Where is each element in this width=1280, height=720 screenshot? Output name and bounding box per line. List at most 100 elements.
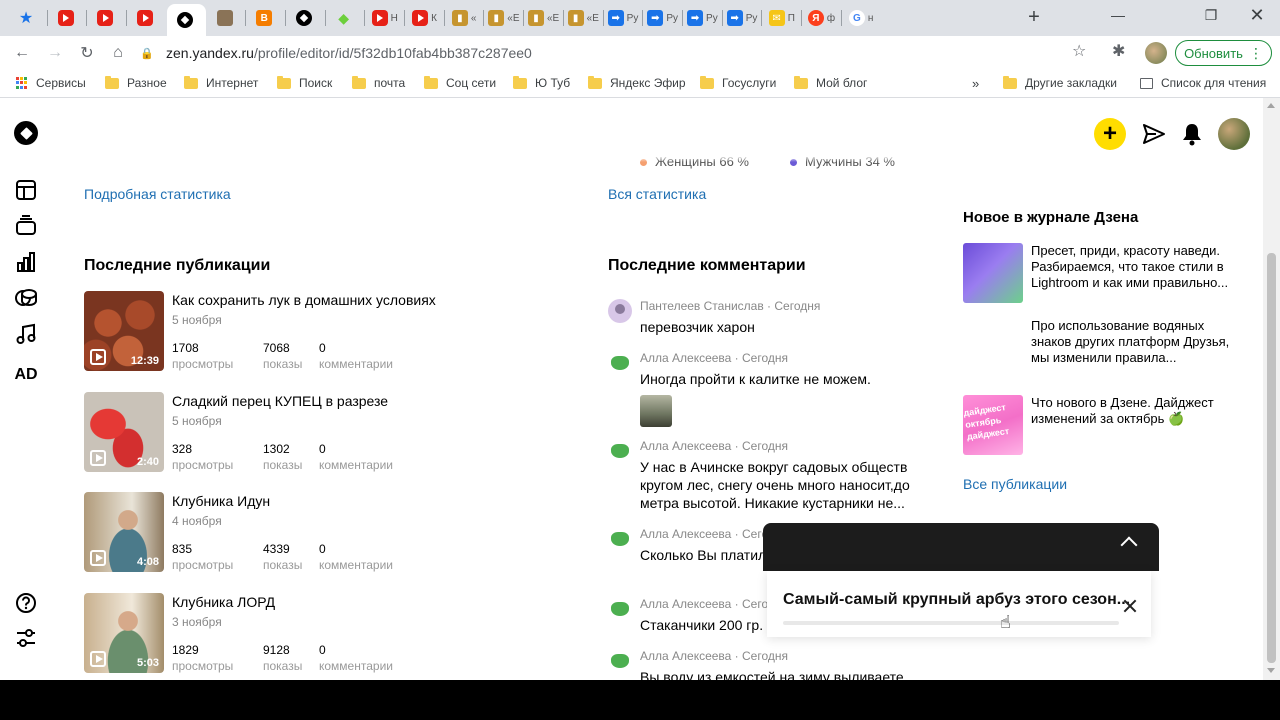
- address-bar[interactable]: 🔒 zen.yandex.ru/profile/editor/id/5f32db…: [140, 40, 1100, 66]
- forward-button[interactable]: →: [42, 40, 68, 66]
- browser-tab[interactable]: ◆: [326, 4, 365, 32]
- comment-text[interactable]: перевозчик харон: [640, 318, 925, 336]
- publication-title[interactable]: Сладкий перец КУПЕЦ в разрезе: [172, 393, 388, 409]
- help-icon[interactable]: [14, 591, 38, 615]
- video-thumbnail[interactable]: 2:40: [84, 391, 164, 472]
- dashboard-icon[interactable]: [14, 178, 38, 202]
- publication-item[interactable]: 4:08 Клубника Идун 4 ноября 835 просмотры 433…: [84, 492, 504, 574]
- new-tab-button[interactable]: +: [1022, 6, 1046, 30]
- commenter-avatar[interactable]: [608, 439, 632, 463]
- journal-item[interactable]: Пресет, приди, красоту наведи. Разбираем…: [963, 243, 1233, 305]
- bookmark-folder[interactable]: Мой блог: [794, 75, 867, 90]
- journal-item[interactable]: дайджест октябрь дайджест Что нового в Дз…: [963, 395, 1233, 457]
- audio-player-bar[interactable]: [763, 523, 1159, 571]
- publications-stack-icon[interactable]: [14, 213, 38, 237]
- comment-attachment-image[interactable]: [640, 395, 672, 427]
- close-icon[interactable]: [1123, 599, 1137, 613]
- update-browser-button[interactable]: Обновить ⋮: [1175, 40, 1272, 66]
- publication-title[interactable]: Как сохранить лук в домашних условиях: [172, 292, 436, 308]
- track-progress-bar[interactable]: [783, 621, 1119, 625]
- bell-icon[interactable]: [1181, 122, 1203, 146]
- home-button[interactable]: ⌂: [105, 40, 131, 66]
- video-thumbnail[interactable]: 5:03: [84, 592, 164, 673]
- bookmark-folder[interactable]: Разное: [105, 75, 167, 90]
- browser-tab[interactable]: [48, 4, 87, 32]
- send-icon[interactable]: [1142, 122, 1166, 146]
- browser-tab[interactable]: ▮ «: [445, 4, 484, 32]
- browser-tab[interactable]: [207, 4, 246, 32]
- publication-item[interactable]: 12:39 Как сохранить лук в домашних услови…: [84, 291, 504, 373]
- browser-tab[interactable]: ➡ Ру: [643, 4, 682, 32]
- restore-button[interactable]: ❐: [1188, 0, 1234, 30]
- user-avatar[interactable]: [1218, 118, 1250, 150]
- browser-tab[interactable]: B: [246, 4, 285, 32]
- video-thumbnail[interactable]: 12:39: [84, 291, 164, 371]
- journal-title-text[interactable]: Что нового в Дзене. Дайджест изменений з…: [1031, 395, 1231, 427]
- chevron-up-icon[interactable]: [1120, 536, 1138, 554]
- bookmark-folder[interactable]: Поиск: [277, 75, 332, 90]
- browser-tab[interactable]: [166, 4, 206, 36]
- publication-title[interactable]: Клубника Идун: [172, 493, 270, 509]
- publication-title[interactable]: Клубника ЛОРД: [172, 594, 275, 610]
- video-thumbnail[interactable]: 4:08: [84, 492, 164, 572]
- reading-list[interactable]: Список для чтения: [1140, 76, 1266, 90]
- scroll-up-arrow[interactable]: [1267, 103, 1275, 108]
- browser-tab[interactable]: ✉ П: [762, 4, 801, 32]
- browser-tab[interactable]: Яф: [802, 4, 841, 32]
- back-button[interactable]: ←: [9, 40, 35, 66]
- detailed-stats-link[interactable]: Подробная статистика: [84, 186, 231, 202]
- browser-tab[interactable]: ▮ «Е: [564, 4, 603, 32]
- browser-tab[interactable]: [87, 4, 126, 32]
- bookmarks-overflow-button[interactable]: »: [972, 76, 979, 91]
- bookmark-apps[interactable]: Сервисы: [16, 76, 86, 90]
- browser-tab[interactable]: ★: [8, 4, 47, 32]
- journal-title-text[interactable]: Пресет, приди, красоту наведи. Разбираем…: [1031, 243, 1231, 291]
- all-publications-link[interactable]: Все публикации: [963, 476, 1067, 492]
- journal-title-text[interactable]: Про использование водяных знаков других …: [1031, 318, 1231, 366]
- commenter-avatar[interactable]: [608, 351, 632, 375]
- browser-tab[interactable]: ➡ Ру: [683, 4, 722, 32]
- bookmark-folder[interactable]: Ю Туб: [513, 75, 570, 90]
- commenter-avatar[interactable]: [608, 299, 632, 323]
- commenter-avatar[interactable]: [608, 649, 632, 673]
- publication-item[interactable]: 5:03 Клубника ЛОРД 3 ноября 1829 просмотры 91…: [84, 592, 504, 675]
- other-bookmarks[interactable]: Другие закладки: [1003, 75, 1117, 90]
- browser-tab[interactable]: ▮ «Е: [484, 4, 523, 32]
- browser-tab[interactable]: ➡ Ру: [723, 4, 762, 32]
- music-note-icon[interactable]: [14, 322, 38, 346]
- reload-button[interactable]: ↻: [74, 40, 100, 66]
- comment-text[interactable]: У нас в Ачинске вокруг садовых обществ к…: [640, 458, 925, 512]
- monetization-coins-icon[interactable]: [14, 286, 38, 310]
- bookmark-folder[interactable]: Яндекс Эфир: [588, 75, 686, 90]
- browser-tab[interactable]: ▮ «Е: [524, 4, 563, 32]
- commenter-avatar[interactable]: [608, 527, 632, 551]
- extensions-puzzle-icon[interactable]: ✱: [1112, 41, 1125, 61]
- create-button[interactable]: +: [1094, 118, 1126, 150]
- publication-item[interactable]: 2:40 Сладкий перец КУПЕЦ в разрезе 5 ноябр…: [84, 391, 504, 474]
- all-stats-link[interactable]: Вся статистика: [608, 186, 706, 202]
- settings-sliders-icon[interactable]: [14, 626, 38, 650]
- browser-profile-avatar[interactable]: [1145, 42, 1167, 64]
- browser-tab[interactable]: Gн: [842, 4, 881, 32]
- journal-thumbnail[interactable]: [963, 318, 1023, 378]
- bookmark-star-icon[interactable]: ☆: [1072, 41, 1086, 61]
- commenter-avatar[interactable]: [608, 597, 632, 621]
- comment-text[interactable]: Вы воду из емкостей на зиму выливаете: [640, 668, 925, 680]
- browser-tab[interactable]: К: [405, 4, 444, 32]
- journal-item[interactable]: Про использование водяных знаков других …: [963, 318, 1233, 380]
- bookmark-folder[interactable]: Интернет: [184, 75, 258, 90]
- scroll-thumb[interactable]: [1267, 253, 1276, 663]
- track-card[interactable]: Самый-самый крупный арбуз этого сезон...: [767, 571, 1151, 637]
- comment-text[interactable]: Иногда пройти к калитке не можем.: [640, 370, 925, 388]
- browser-tab[interactable]: [286, 4, 325, 32]
- zen-logo-icon[interactable]: [14, 121, 38, 145]
- close-window-button[interactable]: ✕: [1234, 0, 1280, 30]
- bookmark-folder[interactable]: Госуслуги: [700, 75, 776, 90]
- minimize-button[interactable]: —: [1095, 0, 1141, 30]
- journal-thumbnail[interactable]: [963, 243, 1023, 303]
- browser-tab[interactable]: [127, 4, 166, 32]
- statistics-bars-icon[interactable]: [14, 250, 38, 274]
- journal-thumbnail[interactable]: дайджест октябрь дайджест: [963, 395, 1023, 455]
- bookmark-folder[interactable]: почта: [352, 75, 405, 90]
- browser-tab[interactable]: Н: [365, 4, 404, 32]
